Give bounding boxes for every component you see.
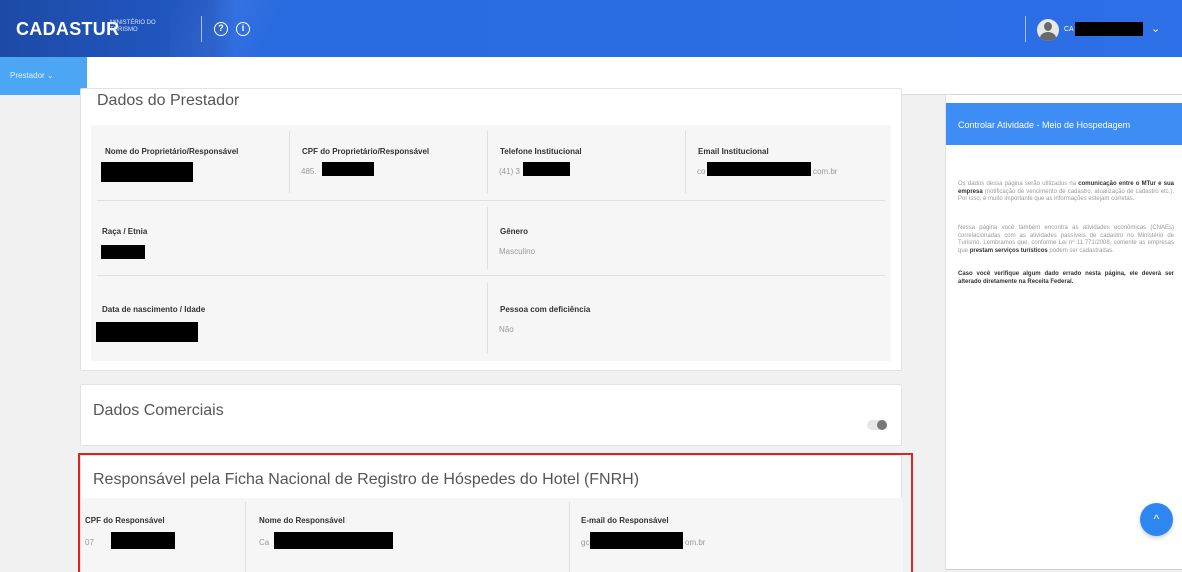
email-value-suffix: com.br (813, 167, 838, 176)
user-divider (1025, 16, 1026, 42)
brand-logo[interactable]: CADASTUR (16, 19, 119, 40)
redacted-nascimento (96, 322, 198, 342)
help-side-panel: Controlar Atividade - Meio de Hospedagem… (945, 95, 1182, 570)
chevron-down-icon[interactable]: ⌄ (1151, 22, 1160, 35)
scroll-top-button[interactable]: ^ (1140, 503, 1173, 536)
deficiencia-value: Não (499, 325, 514, 334)
comerciais-toggle[interactable] (867, 420, 887, 430)
side-paragraph-3: Caso você verifique algum dado errado ne… (958, 271, 1174, 285)
telefone-label: Telefone Institucional (500, 147, 582, 156)
side-panel-header: Controlar Atividade - Meio de Hospedagem (946, 103, 1182, 145)
raca-label: Raça / Etnia (102, 227, 148, 236)
telefone-value: (41) 3 (499, 167, 520, 176)
redacted-cpf (322, 162, 374, 176)
email-value-prefix: co (697, 167, 706, 176)
card-title-comerciais: Dados Comerciais (93, 402, 224, 419)
side-panel-title: Controlar Atividade - Meio de Hospedagem (958, 120, 1131, 130)
header-decoration (170, 0, 290, 57)
deficiencia-label: Pessoa com deficiência (500, 305, 591, 314)
user-name[interactable]: CA (1064, 26, 1074, 33)
redacted-user-name (1075, 22, 1143, 36)
brand-subtitle: MINISTÉRIO DO TURISMO (110, 20, 156, 33)
dados-comerciais-card[interactable]: Dados Comerciais (80, 384, 902, 446)
highlight-box (78, 453, 913, 572)
cpf-label: CPF do Proprietário/Responsável (302, 147, 430, 156)
redacted-telefone (523, 162, 570, 176)
redacted-email (707, 162, 811, 176)
prestador-menu[interactable]: Prestador ⌄ (0, 57, 87, 95)
cpf-value: 485. (301, 167, 317, 176)
redacted-raca (101, 245, 145, 259)
nascimento-label: Data de nascimento / Idade (102, 305, 206, 314)
side-paragraph-2: Nessa página você também encontra as ati… (958, 225, 1174, 254)
avatar[interactable] (1037, 19, 1059, 41)
redacted-nome (101, 162, 193, 182)
header-divider (201, 16, 202, 42)
genero-value: Masculino (499, 247, 536, 256)
genero-label: Gênero (500, 227, 529, 236)
nome-label: Nome do Proprietário/Responsável (105, 147, 239, 156)
card-title-prestador: Dados do Prestador (97, 92, 240, 109)
info-icon[interactable]: i (236, 22, 250, 36)
email-label: Email Institucional (698, 147, 769, 156)
top-header: CADASTUR MINISTÉRIO DO TURISMO ? i CA ⌄ (0, 0, 1182, 57)
side-paragraph-1: Os dados dessa página serão utilizados n… (958, 181, 1174, 202)
dados-prestador-card: Dados do Prestador Nome do Proprietário/… (80, 88, 902, 371)
prestador-fields: Nome do Proprietário/Responsável CPF do … (91, 125, 891, 361)
help-icon[interactable]: ? (214, 22, 228, 36)
prestador-menu-label: Prestador ⌄ (10, 71, 54, 80)
